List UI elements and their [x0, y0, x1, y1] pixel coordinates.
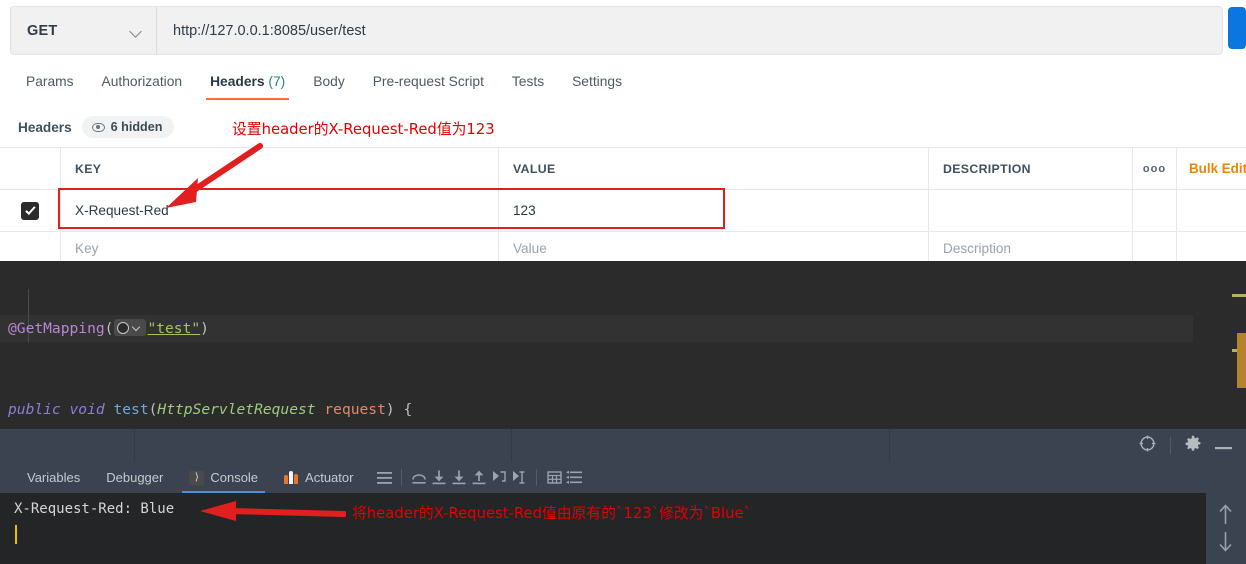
header-cell-check — [0, 148, 61, 189]
console-caret — [15, 525, 17, 544]
tab-label: Params — [26, 74, 74, 89]
tab-actuator[interactable]: Actuator — [271, 462, 366, 493]
tab-label: Settings — [572, 74, 622, 89]
drop-frame-icon[interactable] — [509, 468, 529, 488]
tab-variables[interactable]: Variables — [14, 462, 93, 493]
tab-console[interactable]: ⟩ Console — [176, 462, 271, 493]
tab-label: Authorization — [101, 74, 183, 89]
scroll-down-icon[interactable] — [1217, 531, 1234, 558]
code-line-1: @GetMapping("test") — [8, 319, 209, 337]
app-screen: GET http://127.0.0.1:8085/user/test Para… — [0, 0, 1246, 564]
url-text: http://127.0.0.1:8085/user/test — [173, 22, 366, 39]
tab-label: Debugger — [106, 470, 164, 485]
debug-toolbar — [374, 468, 584, 488]
tab-body[interactable]: Body — [299, 72, 358, 100]
menu-icon[interactable] — [374, 468, 394, 488]
run-to-cursor-icon[interactable] — [489, 468, 509, 488]
tab-tests[interactable]: Tests — [498, 72, 558, 100]
column-header-value: VALUE — [513, 161, 556, 176]
soft-wrap-icon[interactable] — [564, 468, 584, 488]
tab-pre-request-script[interactable]: Pre-request Script — [359, 72, 498, 100]
annotation-arrow-console — [200, 501, 346, 521]
editor-scrollbar-thumb[interactable] — [1237, 333, 1246, 388]
tab-label: Console — [210, 470, 259, 485]
http-method-select[interactable]: GET — [10, 6, 157, 55]
tab-settings[interactable]: Settings — [558, 72, 636, 100]
hidden-headers-toggle[interactable]: 6 hidden — [81, 116, 175, 138]
row-key-value: X-Request-Red — [75, 203, 169, 218]
tab-params[interactable]: Params — [12, 72, 88, 100]
row-checkbox[interactable] — [0, 190, 61, 231]
code-editor[interactable]: @GetMapping("test") public void test(Htt… — [0, 261, 1246, 564]
step-out-icon[interactable] — [469, 468, 489, 488]
tab-authorization[interactable]: Authorization — [88, 72, 197, 100]
request-tabs: Params Authorization Headers (7) Body Pr… — [12, 72, 636, 108]
bulk-edit-label: Bulk Edit — [1189, 161, 1246, 176]
tab-label: Pre-request Script — [372, 74, 484, 89]
tab-headers[interactable]: Headers (7) — [196, 72, 299, 100]
gear-icon[interactable] — [1185, 435, 1201, 456]
console-side-toolbar — [1206, 493, 1246, 564]
tab-label: Tests — [511, 74, 545, 89]
code-line-2: public void test(HttpServletRequest requ… — [8, 401, 413, 418]
tab-label: Body — [313, 74, 345, 89]
placeholder-key: Key — [75, 240, 99, 256]
url-input[interactable]: http://127.0.0.1:8085/user/test — [157, 6, 1223, 55]
column-header-description: DESCRIPTION — [943, 161, 1031, 176]
tab-headers-count: (7) — [268, 74, 286, 89]
headers-subheader: Headers 6 hidden — [18, 116, 175, 138]
marker-stripe — [1232, 294, 1246, 297]
bulk-edit-button[interactable]: Bulk Edit — [1177, 148, 1246, 189]
crosshair-locate-icon[interactable] — [1139, 435, 1156, 457]
force-step-into-icon[interactable] — [449, 468, 469, 488]
row-value-value: 123 — [513, 203, 536, 218]
placeholder-description: Description — [943, 240, 1011, 256]
annotation-text-console: 将header的X-Request-Red值由原有的`123`修改为`Blue` — [352, 505, 751, 522]
headers-label: Headers — [18, 119, 72, 135]
tab-label: Headers — [210, 74, 265, 89]
evaluate-icon[interactable] — [544, 468, 564, 488]
http-method-label: GET — [27, 22, 58, 39]
more-options-icon[interactable]: ooo — [1133, 148, 1177, 189]
tab-label: Variables — [27, 470, 81, 485]
tab-label: Actuator — [305, 470, 354, 485]
placeholder-value: Value — [513, 240, 547, 256]
editor-marker-gutter[interactable] — [1232, 261, 1246, 429]
console-icon: ⟩ — [189, 470, 205, 485]
postman-panel: GET http://127.0.0.1:8085/user/test Para… — [0, 0, 1246, 265]
annotation-arrow-postman — [166, 143, 263, 208]
minimize-icon[interactable] — [1215, 437, 1232, 455]
hidden-headers-label: 6 hidden — [110, 120, 163, 134]
column-header-key: KEY — [75, 161, 102, 176]
eye-icon — [91, 122, 105, 132]
step-into-icon[interactable] — [429, 468, 449, 488]
ide-panel: @GetMapping("test") public void test(Htt… — [0, 261, 1246, 564]
scroll-up-icon[interactable] — [1217, 503, 1234, 530]
request-url-row: GET http://127.0.0.1:8085/user/test — [10, 6, 1223, 55]
actuator-icon — [284, 470, 299, 485]
send-button[interactable] — [1228, 7, 1246, 49]
ide-toolbar-strip — [0, 429, 1246, 462]
step-over-icon[interactable] — [409, 468, 429, 488]
globe-gutter-icon[interactable] — [114, 319, 147, 336]
debug-tool-window-tabs: Variables Debugger ⟩ Console Actuator — [0, 462, 1246, 493]
annotation-text-postman: 设置header的X-Request-Red值为123 — [232, 121, 495, 138]
console-output-text: X-Request-Red: Blue — [14, 501, 175, 517]
chevron-down-icon — [131, 27, 142, 34]
tab-debugger[interactable]: Debugger — [93, 462, 176, 493]
